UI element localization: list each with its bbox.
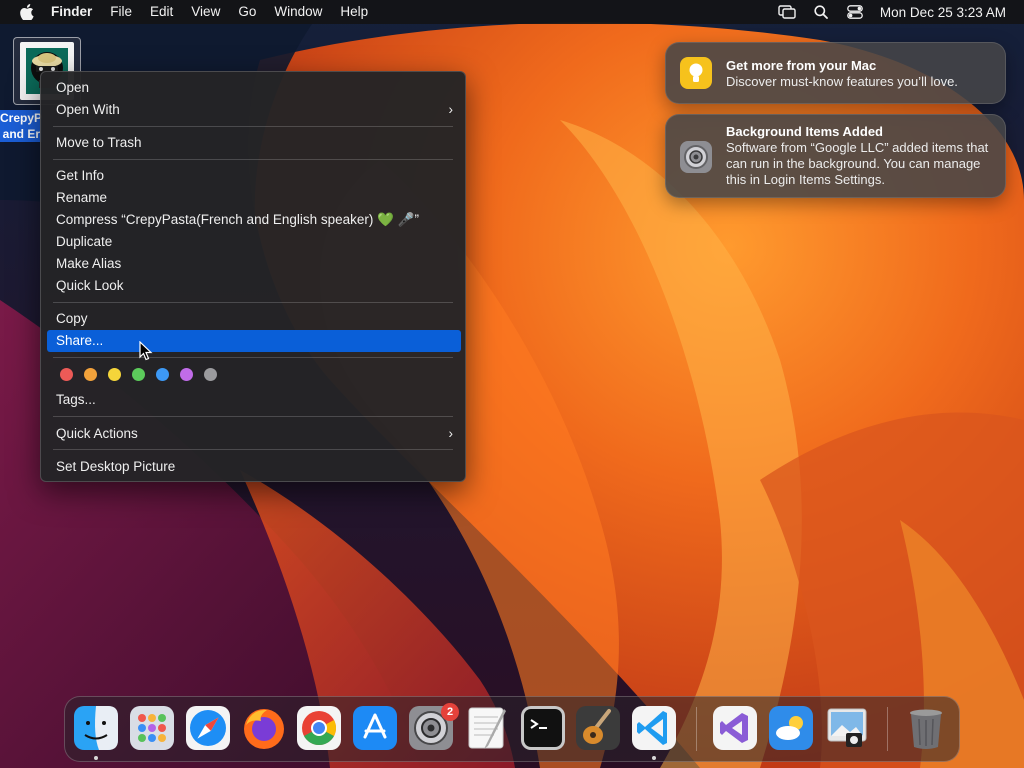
menu-item-move-to-trash-label: Move to Trash (56, 135, 142, 150)
desktop-file-label-line2: and Er (2, 127, 40, 141)
menu-item-open[interactable]: Open (47, 77, 461, 99)
tag-orange-dot[interactable] (84, 368, 97, 381)
menu-item-move-to-trash[interactable]: Move to Trash (47, 132, 461, 154)
menu-item-open-with[interactable]: Open With › (47, 99, 461, 121)
menu-item-set-desktop-picture-label: Set Desktop Picture (56, 459, 176, 474)
context-menu: Open Open With › Move to Trash Get Info R… (40, 71, 466, 482)
menu-item-share[interactable]: Share... (47, 330, 461, 352)
notification-get-more[interactable]: Get more from your Mac Discover must-kno… (665, 42, 1006, 104)
menu-item-set-desktop-picture[interactable]: Set Desktop Picture (47, 456, 461, 478)
dock-divider (887, 707, 888, 751)
notification-title: Background Items Added (726, 124, 883, 139)
tag-red-dot[interactable] (60, 368, 73, 381)
firefox-icon[interactable] (241, 705, 287, 751)
trash-icon[interactable] (903, 705, 949, 751)
menu-item-tags-label: Tags... (56, 392, 96, 407)
tag-yellow-dot[interactable] (108, 368, 121, 381)
menu-item-quick-actions-label: Quick Actions (56, 426, 138, 441)
tag-blue-dot[interactable] (156, 368, 169, 381)
menu-separator (53, 449, 453, 450)
system-settings-gear-icon (678, 139, 714, 175)
menu-item-copy[interactable]: Copy (47, 308, 461, 330)
menu-separator (53, 126, 453, 127)
menu-item-quick-actions[interactable]: Quick Actions › (47, 423, 461, 445)
dock-divider (696, 707, 697, 751)
menu-item-duplicate-label: Duplicate (56, 234, 113, 249)
visual-studio-icon[interactable] (712, 705, 758, 751)
menu-view[interactable]: View (182, 0, 229, 24)
menu-item-compress-label: Compress “CrepyPasta(French and English … (56, 212, 419, 227)
weather-icon[interactable] (768, 705, 814, 751)
finder-icon[interactable] (73, 705, 119, 751)
menu-item-make-alias[interactable]: Make Alias (47, 253, 461, 275)
mouse-cursor-icon (139, 341, 153, 361)
menu-separator (53, 159, 453, 160)
menu-item-quick-look-label: Quick Look (56, 278, 124, 293)
textedit-icon[interactable] (464, 705, 510, 751)
terminal-icon[interactable] (520, 705, 566, 751)
menu-bar: Finder File Edit View Go Window Help Mon… (0, 0, 1024, 24)
menu-separator (53, 302, 453, 303)
notification-body: Software from “Google LLC” added items t… (726, 140, 989, 187)
menu-item-open-with-label: Open With (56, 102, 120, 117)
menu-item-rename-label: Rename (56, 190, 108, 205)
chevron-right-icon: › (448, 426, 454, 441)
apple-menu-icon[interactable] (16, 0, 38, 24)
menu-item-rename[interactable]: Rename (47, 187, 461, 209)
tag-gray-dot[interactable] (204, 368, 217, 381)
safari-icon[interactable] (185, 705, 231, 751)
control-center-icon[interactable] (844, 0, 866, 24)
menu-item-duplicate[interactable]: Duplicate (47, 231, 461, 253)
menu-file[interactable]: File (101, 0, 141, 24)
garageband-icon[interactable] (575, 705, 621, 751)
running-indicator (94, 756, 98, 760)
chevron-right-icon: › (448, 102, 454, 117)
menu-separator (53, 416, 453, 417)
desktop-file-label[interactable]: CrepyPa and Er (0, 110, 42, 142)
tag-purple-dot[interactable] (180, 368, 193, 381)
launchpad-icon[interactable] (129, 705, 175, 751)
menu-item-make-alias-label: Make Alias (56, 256, 122, 271)
menu-item-share-label: Share... (56, 333, 104, 348)
menu-item-copy-label: Copy (56, 311, 88, 326)
tag-color-row (60, 368, 228, 382)
notification-title: Get more from your Mac (726, 58, 877, 73)
menu-item-open-label: Open (56, 80, 90, 95)
preview-icon[interactable] (824, 705, 870, 751)
notification-background-items[interactable]: Background Items Added Software from “Go… (665, 114, 1006, 198)
spotlight-search-icon[interactable] (810, 0, 832, 24)
dock: 2 (64, 696, 960, 762)
menu-item-get-info-label: Get Info (56, 168, 105, 183)
tag-green-dot[interactable] (132, 368, 145, 381)
running-indicator (652, 756, 656, 760)
menu-clock[interactable]: Mon Dec 25 3:23 AM (880, 5, 1006, 20)
menu-finder[interactable]: Finder (38, 0, 101, 24)
desktop-file-label-line1: CrepyPa (0, 111, 42, 125)
notification-badge: 2 (441, 703, 459, 721)
menu-item-compress[interactable]: Compress “CrepyPasta(French and English … (47, 209, 461, 231)
vscode-icon[interactable] (631, 705, 677, 751)
menu-edit[interactable]: Edit (141, 0, 182, 24)
chrome-icon[interactable] (296, 705, 342, 751)
app-store-icon[interactable] (352, 705, 398, 751)
menu-item-get-info[interactable]: Get Info (47, 165, 461, 187)
menu-separator (53, 357, 453, 358)
menu-item-quick-look[interactable]: Quick Look (47, 275, 461, 297)
menu-window[interactable]: Window (265, 0, 331, 24)
menu-go[interactable]: Go (229, 0, 265, 24)
menu-help[interactable]: Help (331, 0, 377, 24)
screen-mirroring-icon[interactable] (776, 0, 798, 24)
menu-item-tags[interactable]: Tags... (47, 389, 461, 411)
notification-body: Discover must-know features you’ll love. (726, 74, 958, 89)
tips-lightbulb-icon (678, 55, 714, 91)
